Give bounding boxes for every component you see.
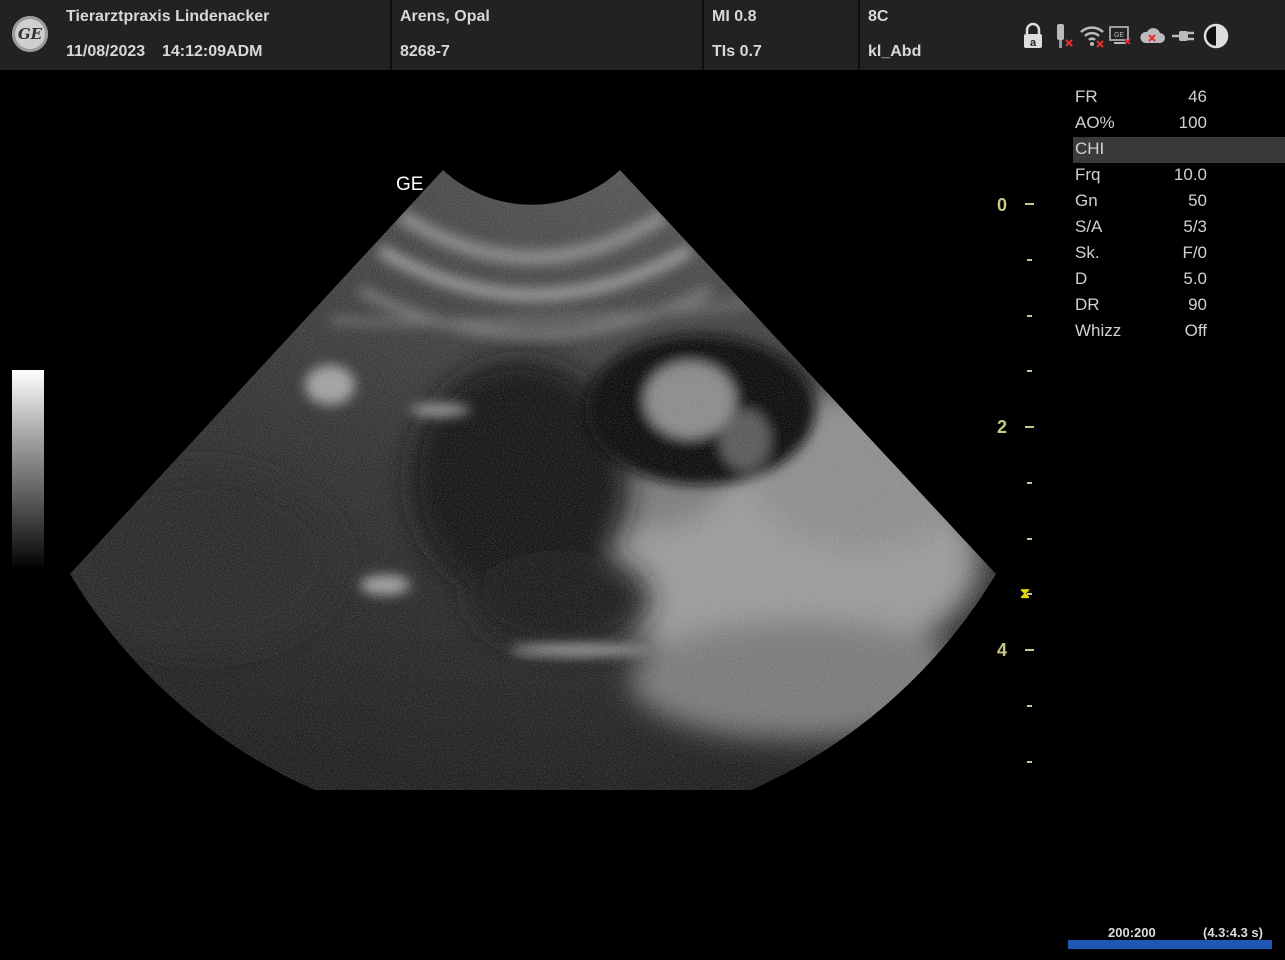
param-value: F/0: [1182, 243, 1207, 262]
param-row-sk: Sk. F/0: [1073, 241, 1285, 267]
param-value: 5.0: [1183, 269, 1207, 288]
depth-tick: [1027, 370, 1032, 373]
param-row-ao: AO% 100: [1073, 111, 1285, 137]
param-key: FR: [1075, 87, 1098, 106]
param-key: DR: [1075, 295, 1100, 314]
param-row-frq: Frq 10.0: [1073, 163, 1285, 189]
param-key: Whizz: [1075, 321, 1122, 340]
depth-tick: [1027, 537, 1032, 540]
vendor-label: GE: [396, 174, 424, 195]
param-key: Gn: [1075, 191, 1098, 210]
param-row-gn: Gn 50: [1073, 189, 1285, 215]
imaging-parameters-panel: FR 46 AO% 100 CHI Frq 10.0 Gn 50 S/A 5/3 Sk. F…: [1073, 85, 1285, 345]
cine-time-counter: (4.3:4.3 s): [1203, 925, 1263, 940]
cine-progress-bar[interactable]: [1068, 940, 1272, 949]
param-key: D: [1075, 269, 1088, 288]
param-row-d: D 5.0: [1073, 267, 1285, 293]
param-row-chi[interactable]: CHI: [1073, 137, 1285, 163]
param-value: 10.0: [1173, 165, 1207, 184]
param-row-fr: FR 46: [1073, 85, 1285, 111]
depth-tick: [1025, 426, 1034, 428]
param-key: AO%: [1075, 113, 1115, 132]
depth-label-0: 0: [997, 195, 1008, 215]
param-value: 100: [1178, 113, 1207, 132]
focal-zone-marker[interactable]: ⧗: [1017, 586, 1033, 600]
depth-tick: [1027, 258, 1032, 261]
param-row-dr: DR 90: [1073, 293, 1285, 319]
param-value: 90: [1188, 295, 1207, 314]
param-key: Frq: [1075, 165, 1101, 184]
param-value: 5/3: [1183, 217, 1207, 236]
param-value: 46: [1188, 87, 1207, 106]
param-value: 50: [1188, 191, 1207, 210]
depth-tick: [1027, 760, 1032, 763]
param-row-sa: S/A 5/3: [1073, 215, 1285, 241]
depth-tick: [1025, 649, 1034, 651]
depth-tick: [1027, 481, 1032, 484]
param-row-whizz: Whizz Off: [1073, 319, 1285, 345]
param-key: Sk.: [1075, 243, 1100, 262]
depth-label-4: 4: [997, 640, 1008, 660]
depth-tick: [1027, 704, 1032, 707]
param-value: Off: [1184, 321, 1207, 340]
param-key: S/A: [1075, 217, 1103, 236]
gray-scale-bar: [12, 370, 44, 570]
depth-tick: [1027, 314, 1032, 317]
param-key: CHI: [1075, 139, 1105, 158]
depth-tick: [1025, 203, 1034, 205]
cine-frame-counter: 200:200: [1108, 925, 1156, 940]
depth-label-2: 2: [997, 417, 1008, 437]
